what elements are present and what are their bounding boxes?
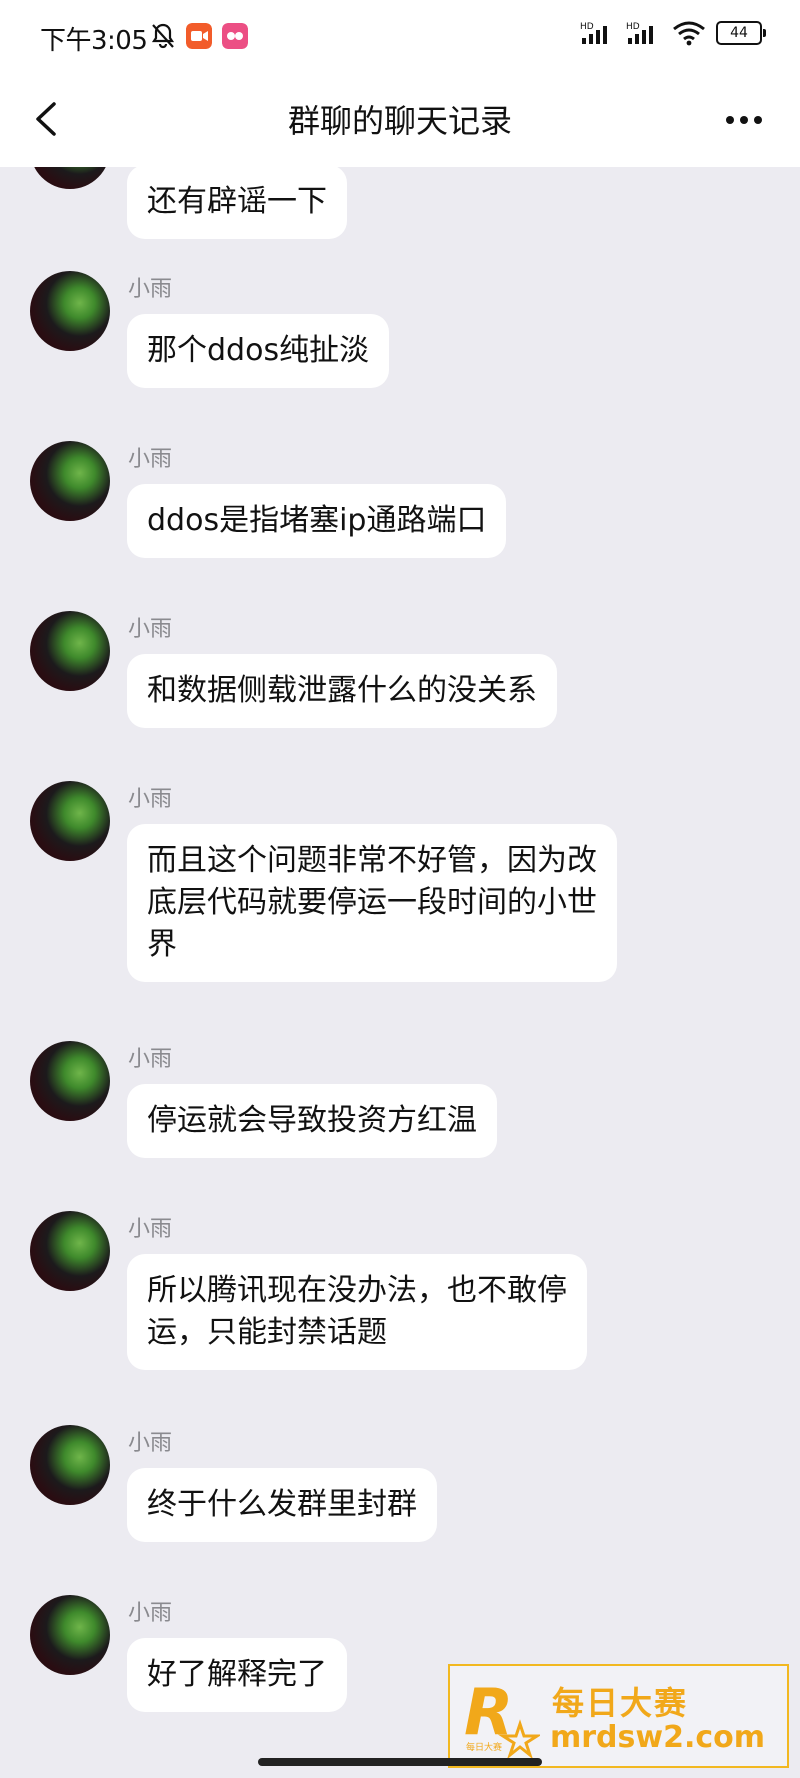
svg-text:每日大赛: 每日大赛	[466, 1741, 502, 1753]
sender-name: 小雨	[128, 1047, 173, 1072]
message-bubble[interactable]: ddos是指堵塞ip通路端口	[127, 484, 507, 558]
video-app-icon	[186, 23, 212, 49]
watermark-logo: R 每日大赛 每日大赛 mrdsw2.com	[448, 1664, 789, 1768]
message-bubble[interactable]: 好了解释完了	[127, 1638, 347, 1712]
avatar[interactable]	[30, 441, 110, 521]
avatar[interactable]	[30, 1595, 110, 1675]
message-bubble[interactable]: 和数据侧载泄露什么的没关系	[127, 654, 557, 728]
avatar[interactable]	[30, 1211, 110, 1291]
music-app-icon	[222, 23, 248, 49]
avatar[interactable]	[30, 167, 110, 189]
page-title: 群聊的聊天记录	[287, 102, 512, 140]
chat-message-list[interactable]: 还有辟谣一下 小雨 那个ddos纯扯淡 小雨 ddos是指堵塞ip通路端口 小雨…	[0, 167, 800, 1778]
svg-text:HD: HD	[580, 22, 594, 32]
mute-bell-icon	[151, 23, 175, 49]
avatar[interactable]	[30, 1425, 110, 1505]
status-time: 下午3:05	[40, 26, 148, 56]
status-notification-icons	[150, 22, 248, 50]
navigation-bar: 群聊的聊天记录	[0, 72, 800, 167]
avatar[interactable]	[30, 781, 110, 861]
message-bubble[interactable]: 而且这个问题非常不好管，因为改 底层代码就要停运一段时间的小世 界	[127, 824, 617, 982]
sender-name: 小雨	[128, 617, 173, 642]
avatar[interactable]	[30, 271, 110, 351]
sender-name: 小雨	[128, 447, 173, 472]
sender-name: 小雨	[128, 1217, 173, 1242]
watermark-r-star-icon: R 每日大赛	[464, 1676, 540, 1758]
sender-name: 小雨	[128, 1431, 173, 1456]
watermark-url: mrdsw2.com	[550, 1720, 766, 1755]
avatar[interactable]	[30, 1041, 110, 1121]
sender-name: 小雨	[128, 1601, 173, 1626]
status-system-icons: HD HD 44	[580, 20, 766, 46]
watermark-title: 每日大赛	[552, 1684, 689, 1722]
avatar[interactable]	[30, 611, 110, 691]
more-options-icon[interactable]	[724, 112, 764, 128]
sender-name: 小雨	[128, 787, 173, 812]
message-bubble[interactable]: 终于什么发群里封群	[127, 1468, 437, 1542]
signal-hd-icon-2: HD	[626, 22, 653, 44]
sender-name: 小雨	[128, 277, 173, 302]
battery-indicator: 44	[716, 21, 766, 45]
svg-text:HD: HD	[626, 22, 640, 32]
signal-hd-icon: HD	[580, 22, 607, 44]
message-bubble[interactable]: 所以腾讯现在没办法，也不敢停 运，只能封禁话题	[127, 1254, 587, 1370]
wifi-icon	[673, 21, 705, 46]
message-bubble[interactable]: 停运就会导致投资方红温	[127, 1084, 497, 1158]
home-indicator[interactable]	[258, 1758, 542, 1766]
status-bar: 下午3:05 HD HD 44	[0, 0, 800, 72]
message-bubble[interactable]: 那个ddos纯扯淡	[127, 314, 390, 388]
message-bubble[interactable]: 还有辟谣一下	[127, 167, 347, 239]
